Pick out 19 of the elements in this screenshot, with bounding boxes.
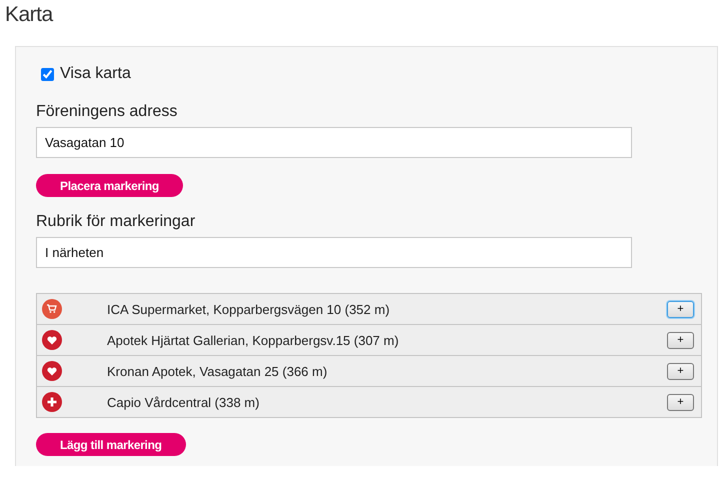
field-label: Föreningens adress: [36, 103, 178, 121]
checkbox-label: Visa karta: [60, 65, 131, 83]
section-title: Karta: [5, 2, 54, 28]
marker-title-field[interactable]: I närheten: [36, 237, 632, 268]
place-name: Kronan Apotek, Vasagatan 25 (366 m): [107, 364, 328, 378]
address-field[interactable]: Vasagatan 10: [36, 127, 632, 158]
place-marker-button[interactable]: Placera markering: [36, 174, 183, 197]
show-map-checkbox[interactable]: [41, 68, 54, 80]
add-marker-button[interactable]: Lägg till markering: [36, 433, 186, 456]
place-name: Apotek Hjärtat Gallerian, Kopparbergsv.15 (307 m): [107, 332, 400, 348]
add-place-button[interactable]: +: [667, 362, 694, 380]
add-place-button[interactable]: +: [667, 300, 694, 318]
place-name: Capio Vårdcentral (338 m): [107, 394, 260, 410]
add-place-button[interactable]: +: [667, 332, 694, 348]
place-name: ICA Supermarket, Kopparbergsvägen 10 (352 m): [107, 302, 391, 316]
cross-icon: [42, 392, 62, 412]
field-label: Rubrik för markeringar: [36, 213, 196, 231]
add-place-button[interactable]: +: [667, 394, 694, 410]
cart-icon: [42, 299, 62, 319]
